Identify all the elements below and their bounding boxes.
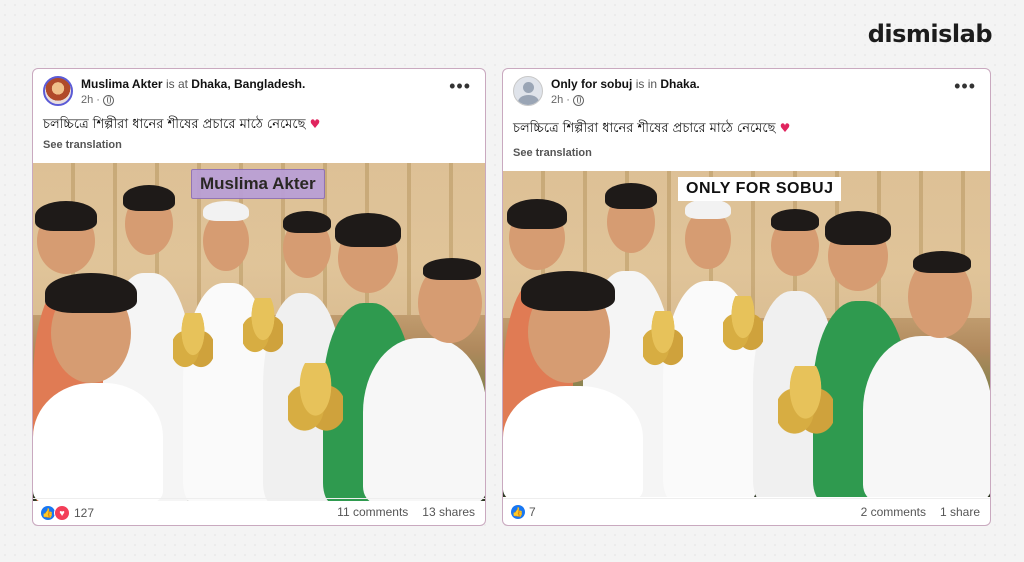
post-photo[interactable]: Muslima Akter [33,163,485,501]
love-icon: ♥ [54,505,70,521]
person-figure [363,338,485,501]
person-figure [33,383,163,501]
more-options-icon[interactable]: ••• [449,77,471,95]
see-translation-link[interactable]: See translation [43,139,122,151]
reactions-summary[interactable]: 👍 7 [511,505,536,519]
rice-sheaf [778,366,833,441]
globe-icon [102,94,114,106]
rice-sheaf [288,363,343,438]
caption-text: চলচ্চিত্রে শিল্পীরা ধানের শীষের প্রচারে … [43,117,306,132]
post-meta: 2h · [81,94,114,106]
shares-count[interactable]: 13 shares [422,505,475,519]
post-time[interactable]: 2h [551,94,563,106]
comments-count[interactable]: 11 comments [337,505,408,519]
post-meta: 2h · [551,94,584,106]
post-caption: চলচ্চিত্রে শিল্পীরা ধানের শীষের প্রচারে … [513,119,790,140]
post-author-line: Only for sobuj is in Dhaka. [551,77,700,91]
caption-text: চলচ্চিত্রে শিল্পীরা ধানের শীষের প্রচারে … [513,121,776,136]
rice-sheaf [723,296,763,356]
avatar[interactable] [513,76,543,106]
post-time[interactable]: 2h [81,94,93,106]
person-figure [503,386,643,497]
photo-scene [503,171,990,497]
post-caption: চলচ্চিত্রে শিল্পীরা ধানের শীষের প্রচারে … [43,115,320,136]
photo-scene [33,163,485,501]
post-card-right: Only for sobuj is in Dhaka. 2h · ••• চলচ… [502,68,991,526]
author-name[interactable]: Muslima Akter [81,77,163,91]
like-icon: 👍 [41,506,55,520]
post-header: Muslima Akter is at Dhaka, Bangladesh. 2… [43,75,475,111]
rice-sheaf [643,311,683,371]
post-footer: 👍 ♥ 127 11 comments 13 shares [33,498,485,525]
author-name[interactable]: Only for sobuj [551,77,632,91]
like-icon: 👍 [511,505,525,519]
rice-sheaf [243,298,283,358]
heart-emoji-icon: ♥ [779,121,791,135]
post-card-left: Muslima Akter is at Dhaka, Bangladesh. 2… [32,68,486,526]
location-prefix: is at [165,77,188,91]
location-link[interactable]: Dhaka. [660,77,699,91]
reaction-count: 7 [529,505,536,519]
post-author-line: Muslima Akter is at Dhaka, Bangladesh. [81,77,305,91]
post-header: Only for sobuj is in Dhaka. 2h · ••• [513,75,980,111]
rice-sheaf [173,313,213,373]
comments-count[interactable]: 2 comments [861,505,926,519]
location-link[interactable]: Dhaka, Bangladesh. [191,77,305,91]
person-figure [863,336,990,497]
avatar[interactable] [43,76,73,106]
engagement-counts: 11 comments 13 shares [337,505,475,519]
reaction-count: 127 [74,506,95,520]
more-options-icon[interactable]: ••• [954,77,976,95]
post-footer: 👍 7 2 comments 1 share [503,498,990,525]
watermark-tag: ONLY FOR SOBUJ [678,177,842,201]
shares-count[interactable]: 1 share [940,505,980,519]
globe-icon [572,94,584,106]
watermark-tag: Muslima Akter [191,169,325,199]
brand-logo: dismislab [867,20,993,48]
reactions-summary[interactable]: 👍 ♥ 127 [41,505,94,521]
see-translation-link[interactable]: See translation [513,147,592,159]
heart-emoji-icon: ♥ [309,117,321,131]
location-prefix: is in [635,77,658,91]
post-photo[interactable]: ONLY FOR SOBUJ [503,171,990,497]
engagement-counts: 2 comments 1 share [861,505,980,519]
